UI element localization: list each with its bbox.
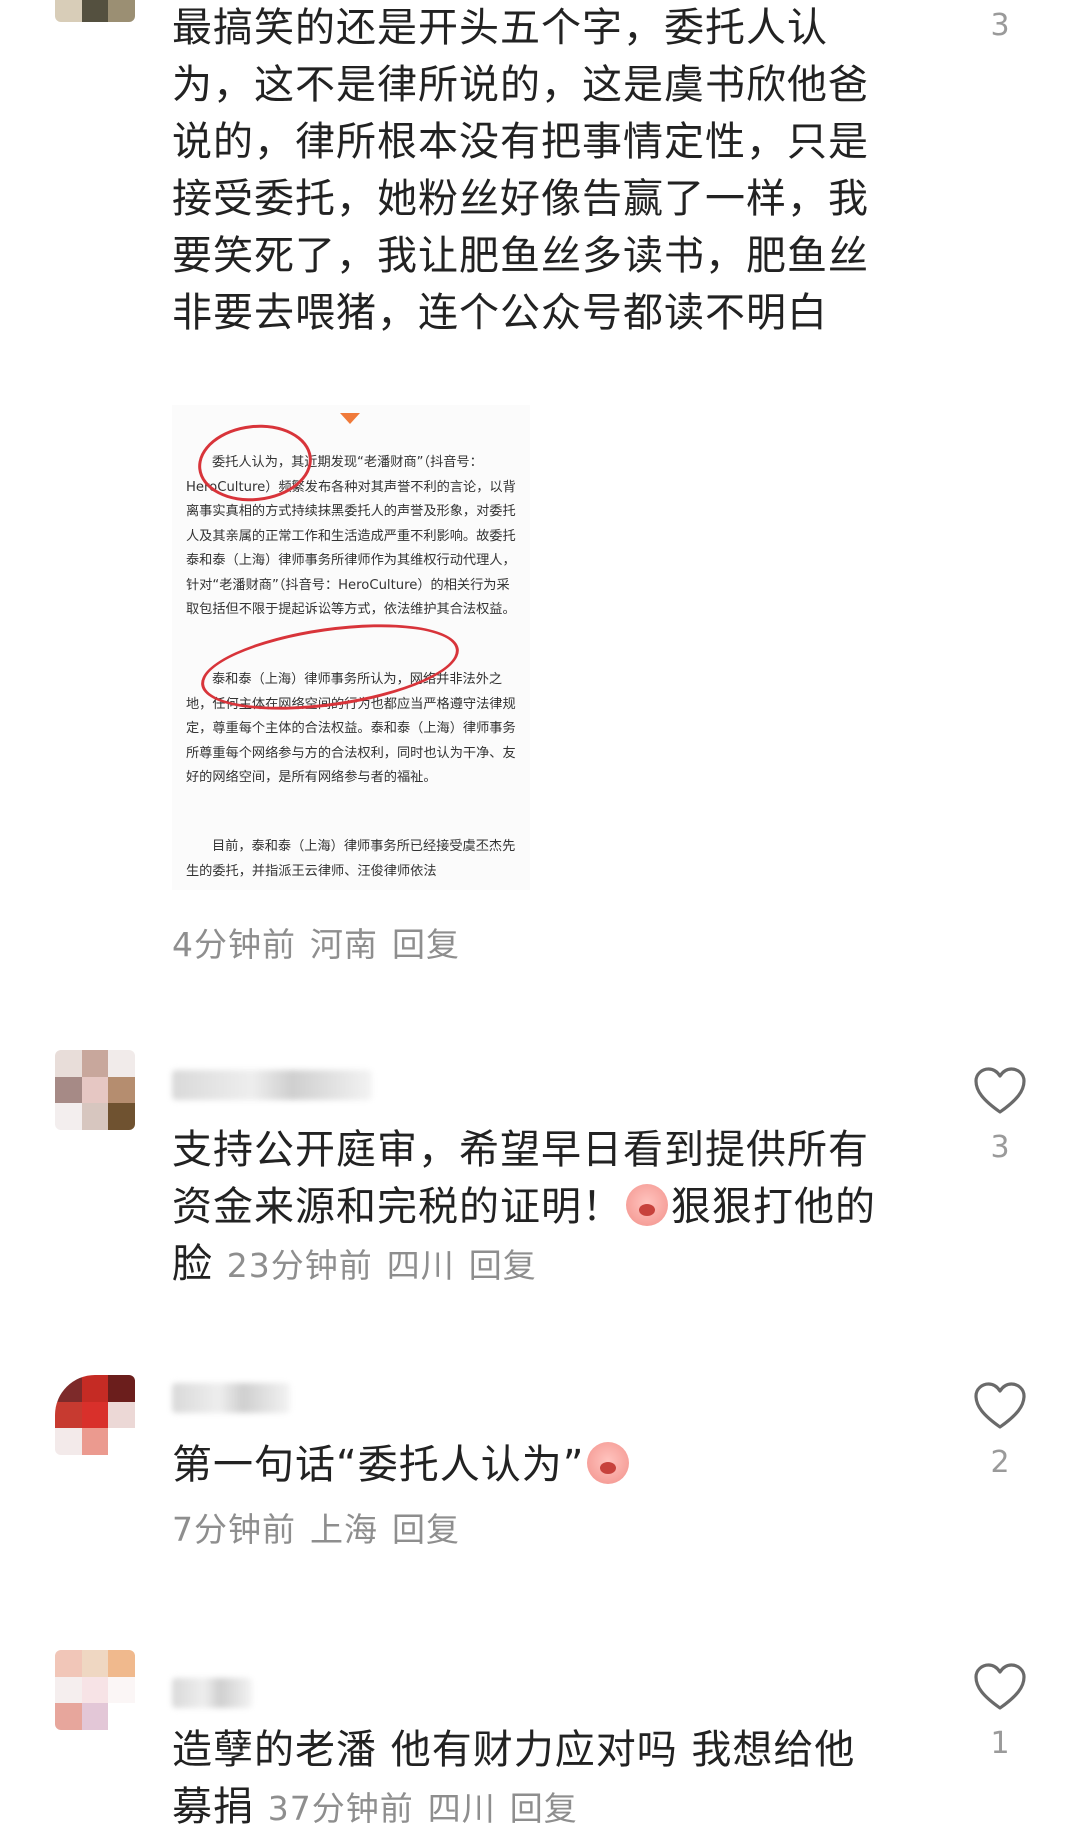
- comment-meta: 37分钟前 四川 回复: [268, 1789, 592, 1828]
- comment-time: 23分钟前: [226, 1246, 373, 1285]
- comment-meta: 23分钟前 四川 回复: [227, 1246, 551, 1285]
- like-area[interactable]: 1: [970, 1662, 1030, 1761]
- arrow-down-icon: [340, 413, 360, 424]
- heart-icon[interactable]: [973, 1662, 1027, 1712]
- avatar[interactable]: [55, 1650, 135, 1730]
- attached-image[interactable]: 委托人认为，其近期发现“老潘财商”（抖音号：HeroCulture）频繁发布各种…: [172, 405, 530, 890]
- like-area[interactable]: 2: [970, 1381, 1030, 1480]
- username-blurred[interactable]: [172, 1070, 372, 1100]
- like-count: 3: [990, 1130, 1010, 1165]
- reply-button[interactable]: 回复: [392, 925, 460, 964]
- comment-meta: 4分钟前 河南 回复: [172, 918, 474, 966]
- comment-time: 37分钟前: [267, 1789, 414, 1828]
- comment-text: 最搞笑的还是开头五个字，委托人认为，这不是律所说的，这是虞书欣他爸说的，律所根本…: [172, 5, 869, 336]
- comment-text: 支持公开庭审，希望早日看到提供所有资金来源和完税的证明！ 狠狠打他的脸 23分钟前…: [172, 1122, 892, 1294]
- heart-icon[interactable]: [973, 1066, 1027, 1116]
- angry-face-icon: [626, 1184, 668, 1226]
- like-count: 1: [990, 1726, 1010, 1761]
- comment-location: 四川: [427, 1789, 496, 1828]
- avatar[interactable]: [55, 1375, 135, 1455]
- like-count: 3: [990, 8, 1010, 43]
- reply-button[interactable]: 回复: [510, 1789, 578, 1828]
- crying-face-icon: [587, 1442, 630, 1484]
- avatar[interactable]: [55, 0, 135, 22]
- username-blurred[interactable]: [172, 1383, 290, 1413]
- like-count: 2: [990, 1445, 1010, 1480]
- comment-text: 第一句话“委托人认为”: [172, 1437, 892, 1494]
- comment-location: 河南: [310, 925, 378, 964]
- comment-location: 四川: [386, 1246, 455, 1285]
- reply-button[interactable]: 回复: [392, 1510, 460, 1549]
- comment-text: 造孽的老潘 他有财力应对吗 我想给他募捐 37分钟前 四川 回复: [172, 1722, 892, 1837]
- comment-meta: 7分钟前 上海 回复: [172, 1503, 474, 1551]
- comment-location: 上海: [310, 1510, 378, 1549]
- comment-time: 7分钟前: [172, 1510, 296, 1549]
- username-blurred[interactable]: [172, 1678, 252, 1708]
- like-area[interactable]: 3: [970, 1066, 1030, 1165]
- comment-time: 4分钟前: [172, 925, 296, 964]
- heart-icon[interactable]: [973, 1381, 1027, 1431]
- avatar[interactable]: [55, 1050, 135, 1130]
- reply-button[interactable]: 回复: [469, 1246, 537, 1285]
- like-area[interactable]: 3: [970, 8, 1030, 43]
- comment-text-part: 第一句话“委托人认为”: [172, 1442, 585, 1488]
- document-paragraph: 目前，泰和泰（上海）律师事务所已经接受虞丕杰先生的委托，并指派王云律师、汪俊律师…: [186, 839, 516, 879]
